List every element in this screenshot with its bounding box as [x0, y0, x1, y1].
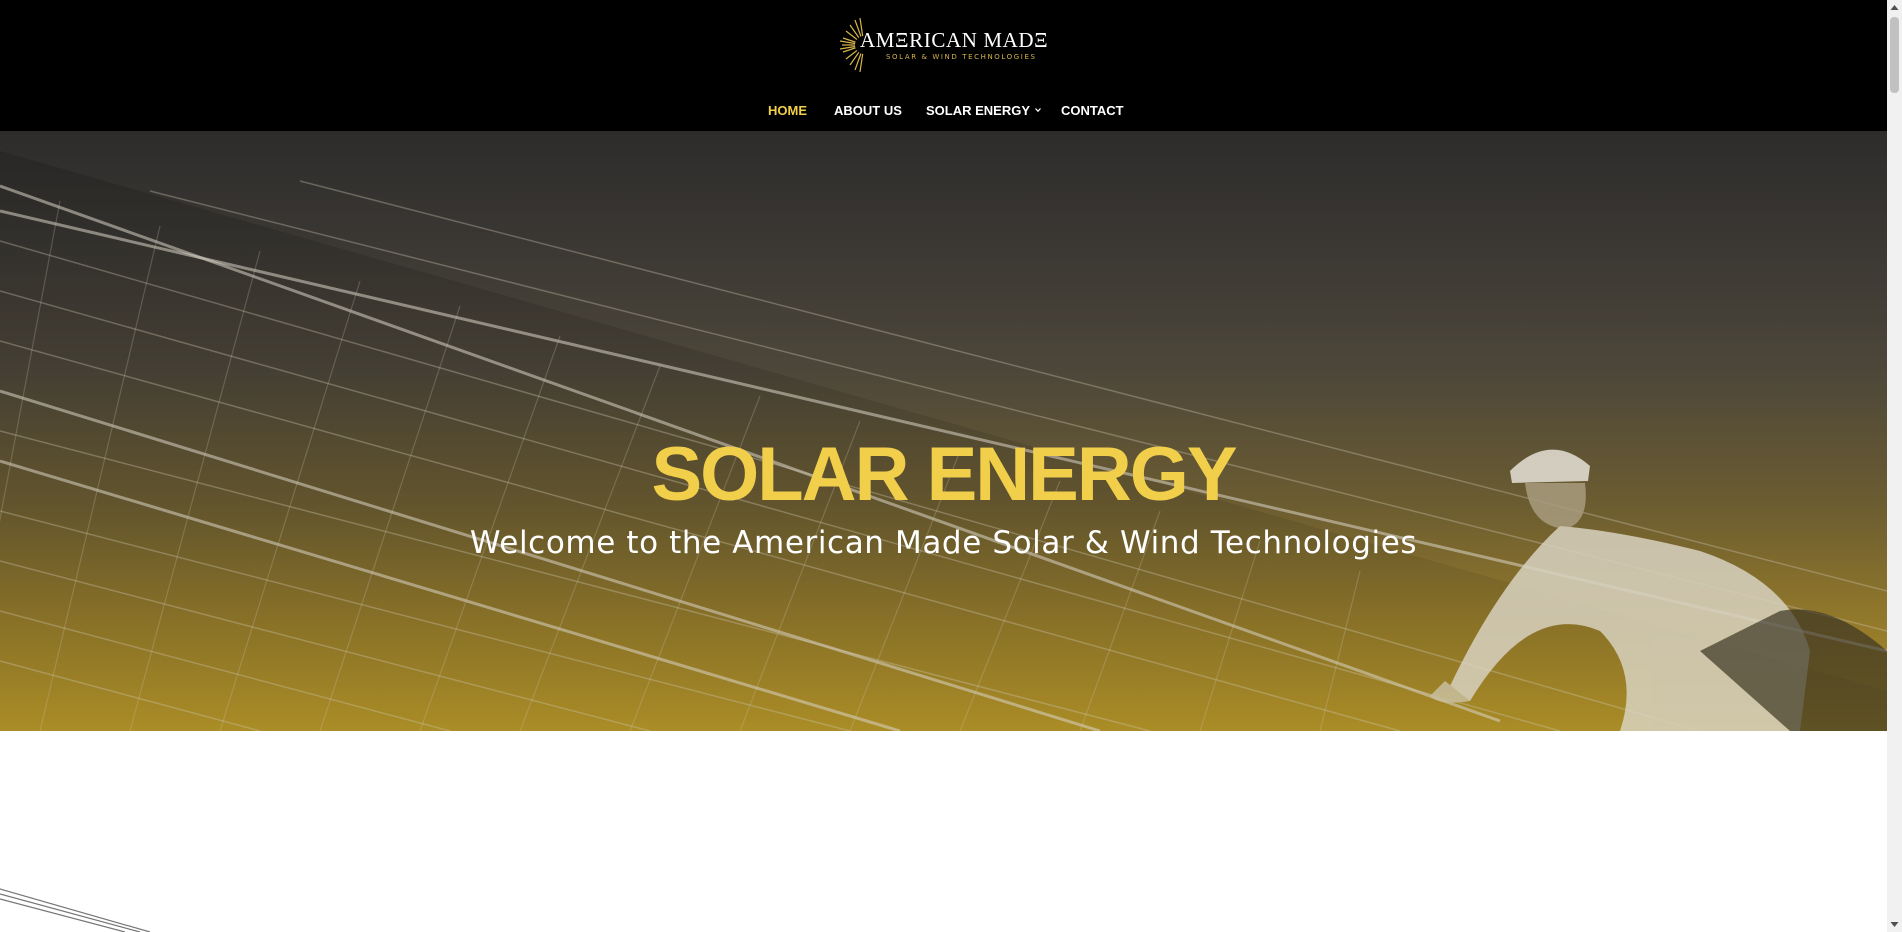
- page: AMΞRICAN MADΞ SOLAR & WIND TECHNOLOGIES …: [0, 0, 1887, 932]
- content-section: [0, 731, 1887, 932]
- site-logo[interactable]: AMΞRICAN MADΞ SOLAR & WIND TECHNOLOGIES: [838, 16, 1048, 74]
- hero-subtitle: Welcome to the American Made Solar & Win…: [469, 525, 1418, 561]
- decorative-lines-image: [0, 888, 151, 932]
- solar-panels-image: [0, 151, 1887, 731]
- logo-tagline: SOLAR & WIND TECHNOLOGIES: [886, 53, 1037, 61]
- nav-item-contact[interactable]: CONTACT: [1061, 102, 1124, 120]
- chevron-down-icon: [1035, 108, 1041, 113]
- main-nav: HOME ABOUT US SOLAR ENERGY CONTACT: [0, 102, 1887, 120]
- nav-item-solar-energy[interactable]: SOLAR ENERGY: [926, 102, 1042, 120]
- hero-banner: SOLAR ENERGY Welcome to the American Mad…: [0, 131, 1887, 731]
- nav-item-solar-energy-label: SOLAR ENERGY: [926, 103, 1031, 118]
- scroll-down-arrow-icon[interactable]: [1887, 917, 1902, 932]
- scrollbar-thumb[interactable]: [1890, 17, 1899, 93]
- hero-title: SOLAR ENERGY: [651, 431, 1237, 517]
- vertical-scrollbar[interactable]: [1887, 0, 1902, 932]
- site-header: AMΞRICAN MADΞ SOLAR & WIND TECHNOLOGIES …: [0, 0, 1887, 131]
- logo-main-text: AMΞRICAN MADΞ: [860, 28, 1049, 52]
- nav-item-about-us[interactable]: ABOUT US: [834, 102, 902, 120]
- scroll-up-arrow-icon[interactable]: [1887, 0, 1902, 15]
- nav-item-home[interactable]: HOME: [768, 102, 807, 120]
